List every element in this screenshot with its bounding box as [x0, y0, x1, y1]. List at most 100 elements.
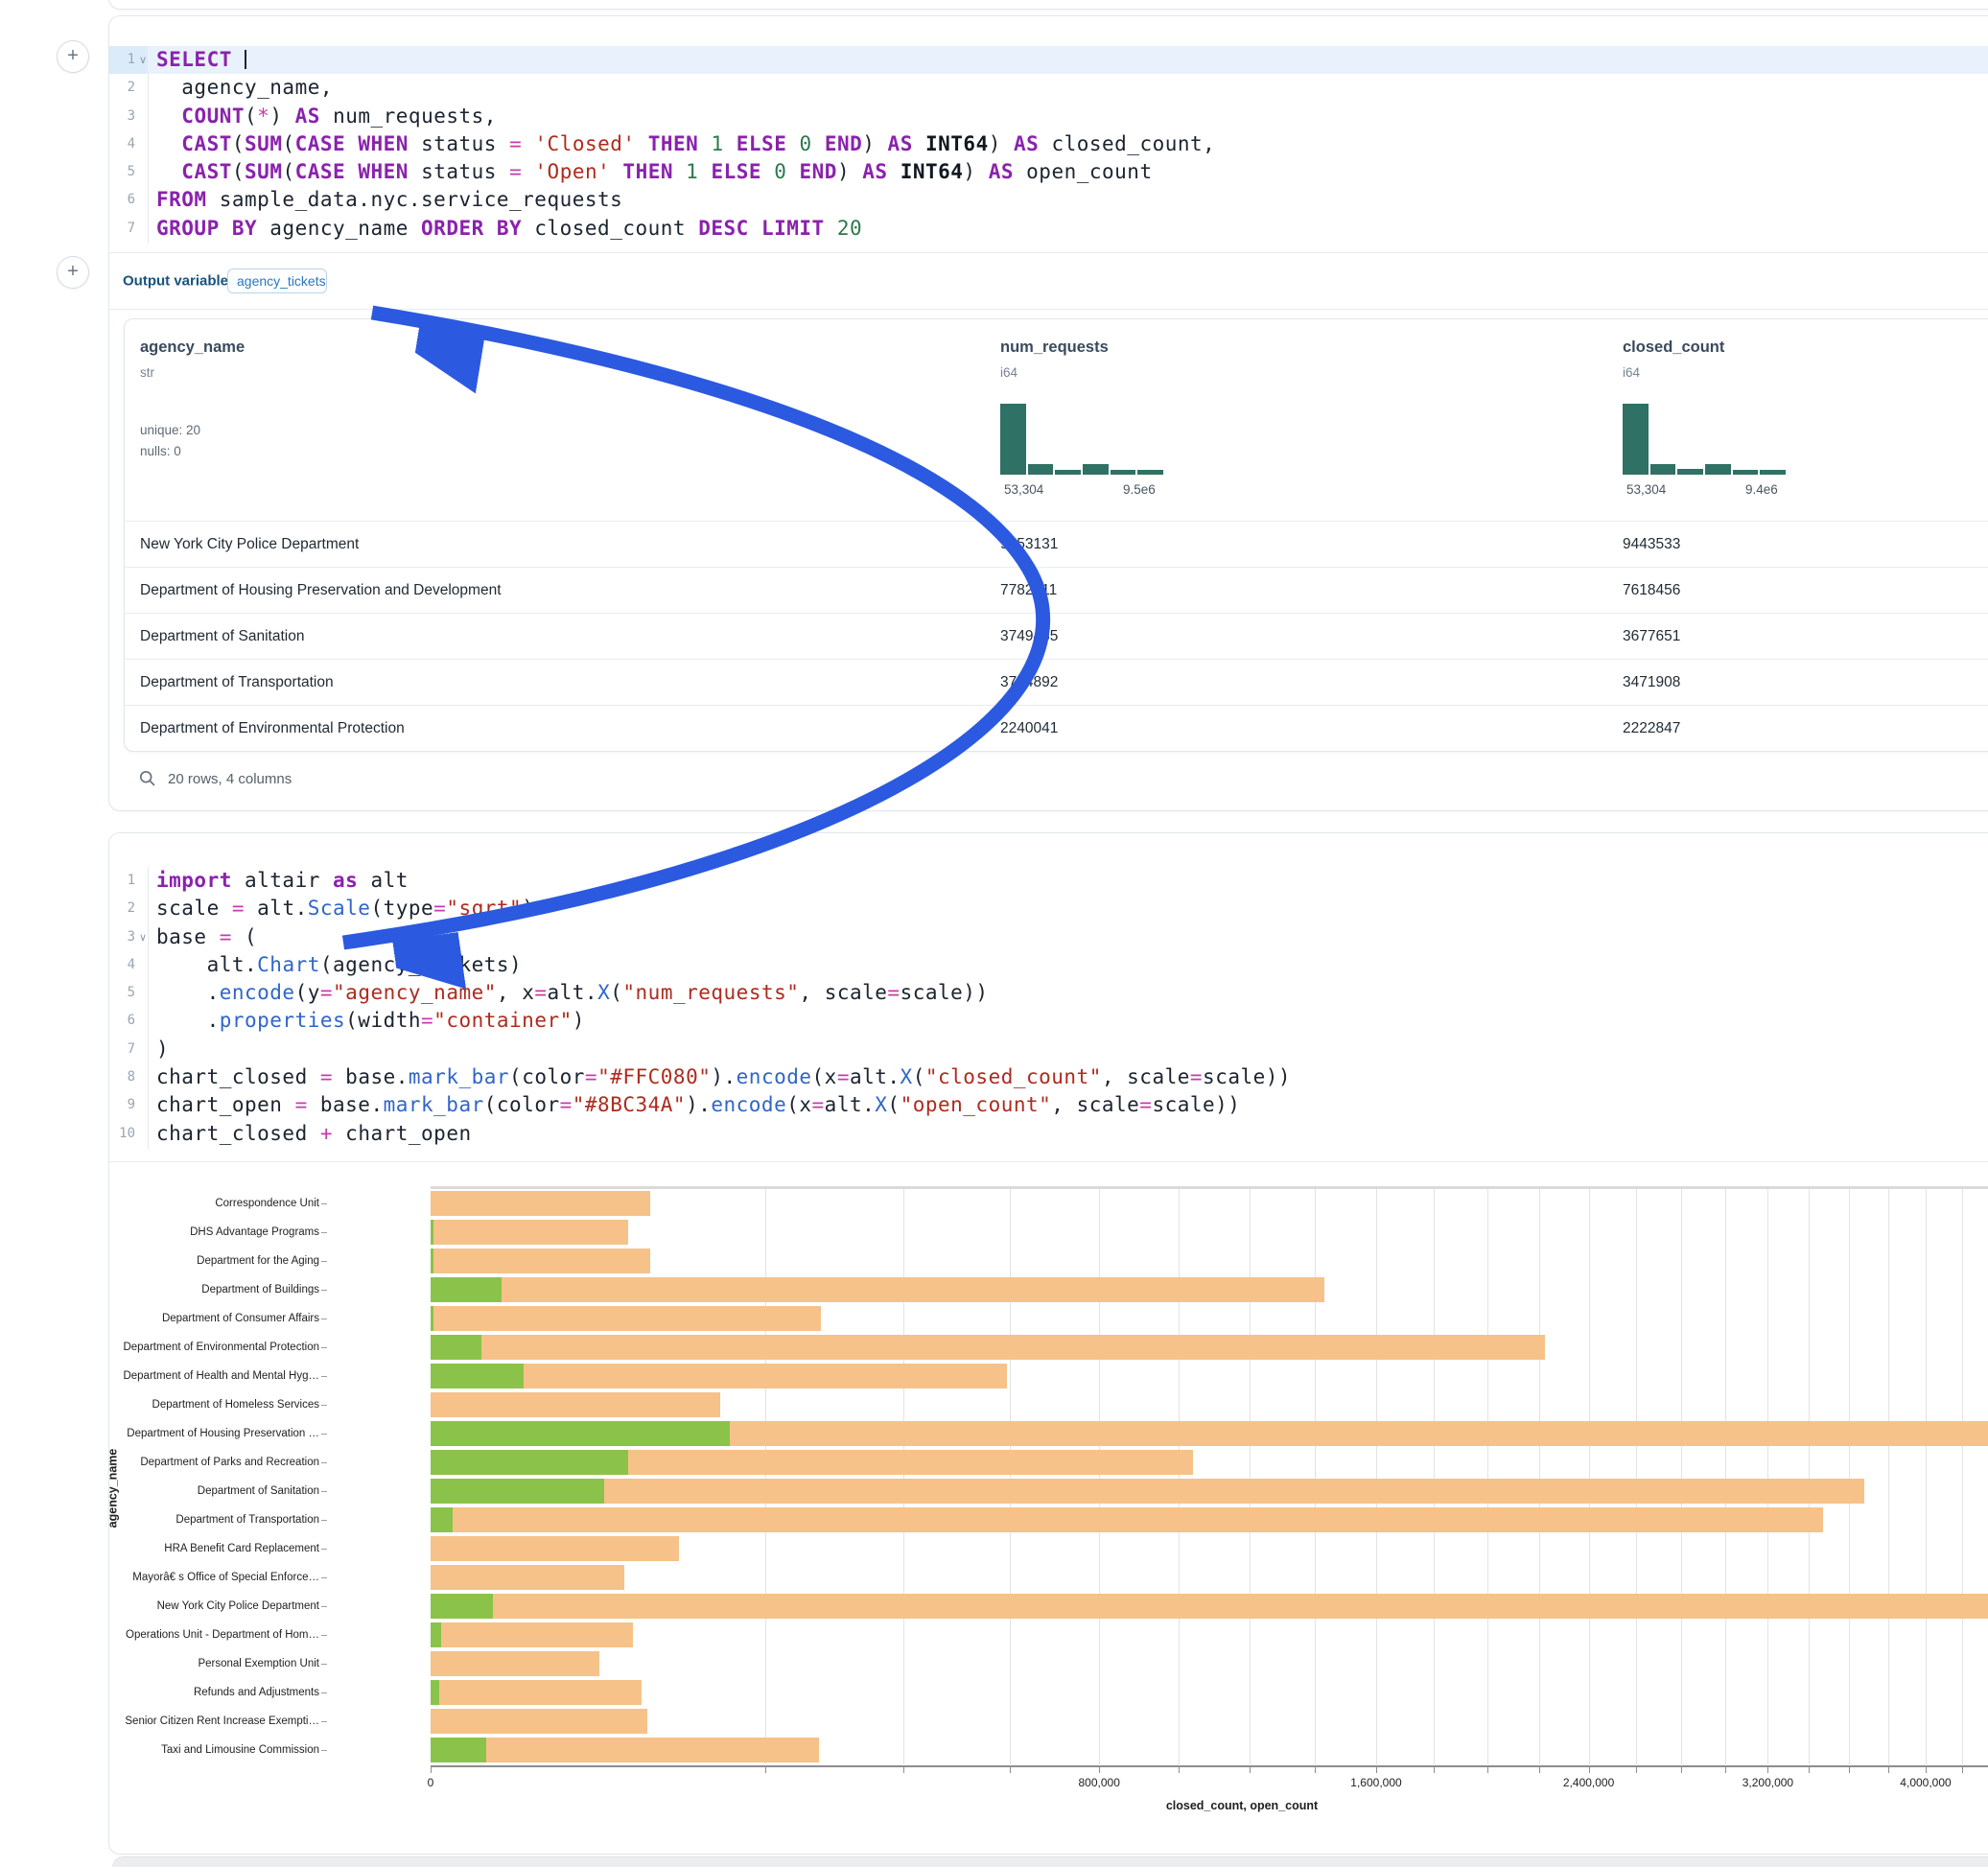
closed-count-bar[interactable] — [431, 1335, 1545, 1360]
python-editor[interactable]: 1 import altair as alt2scale = alt.Scale(… — [109, 867, 1988, 1149]
line-number: 7 — [109, 215, 135, 243]
column-header-closed_count[interactable]: closed_count — [1623, 338, 1724, 357]
closed-count-bar[interactable] — [431, 1191, 650, 1216]
open-count-bar[interactable] — [431, 1594, 493, 1619]
closed-count-bar[interactable] — [431, 1479, 1864, 1504]
output-variable-chip[interactable]: agency_tickets — [227, 268, 327, 293]
x-axis-tick — [1767, 1767, 1768, 1773]
table-cell: 3774892 — [1000, 674, 1058, 691]
table-cell: 7618456 — [1623, 582, 1680, 599]
line-number: 9 — [109, 1091, 135, 1119]
closed-count-bar[interactable] — [431, 1680, 642, 1705]
line-number: 1 — [109, 867, 135, 895]
mini-histogram-closed_count[interactable] — [1623, 402, 1786, 475]
closed-count-bar[interactable] — [431, 1594, 1988, 1619]
code-text: import altair as alt — [156, 867, 409, 895]
closed-count-bar[interactable] — [431, 1738, 819, 1762]
open-count-bar[interactable] — [431, 1507, 453, 1532]
open-count-bar[interactable] — [431, 1249, 433, 1273]
y-axis-label: Personal Exemption Unit — [0, 1649, 319, 1678]
closed-count-bar[interactable] — [431, 1392, 720, 1417]
code-text: chart_open = base.mark_bar(color="#8BC34… — [156, 1091, 1240, 1119]
x-axis-line — [431, 1765, 1988, 1767]
closed-count-bar[interactable] — [431, 1220, 628, 1245]
mini-histogram-num_requests[interactable] — [1000, 402, 1163, 475]
code-line-4[interactable]: 4 CAST(SUM(CASE WHEN status = 'Closed' T… — [109, 130, 1988, 158]
table-cell: 7782211 — [1000, 582, 1057, 599]
code-line-6[interactable]: 6FROM sample_data.nyc.service_requests — [109, 186, 1988, 214]
closed-count-bar[interactable] — [431, 1306, 821, 1331]
closed-count-bar[interactable] — [431, 1565, 624, 1590]
chart-row — [431, 1448, 1988, 1477]
y-axis-label: Operations Unit - Department of Hom… — [0, 1621, 319, 1649]
column-header-num_requests[interactable]: num_requests — [1000, 338, 1109, 357]
open-count-bar[interactable] — [431, 1479, 604, 1504]
fold-chevron-icon[interactable]: ∨ — [139, 47, 152, 75]
x-axis-tick — [1926, 1767, 1927, 1773]
code-line-3[interactable]: 3 COUNT(*) AS num_requests, — [109, 103, 1988, 130]
closed-count-bar[interactable] — [431, 1622, 633, 1647]
code-line-3[interactable]: 3∨base = ( — [109, 923, 1988, 951]
fold-chevron-icon[interactable]: ∨ — [139, 924, 152, 952]
closed-count-bar[interactable] — [431, 1277, 1324, 1302]
code-line-2[interactable]: 2scale = alt.Scale(type="sqrt") — [109, 895, 1988, 922]
line-number: 5 — [109, 979, 135, 1007]
code-line-6[interactable]: 6 .properties(width="container") — [109, 1007, 1988, 1035]
x-axis-tick-label: 3,200,000 — [1742, 1776, 1793, 1789]
x-axis-tick-label: 800,000 — [1079, 1776, 1120, 1789]
histogram-bar — [1623, 404, 1649, 475]
open-count-bar[interactable] — [431, 1421, 730, 1446]
open-count-bar[interactable] — [431, 1335, 481, 1360]
table-row[interactable]: Department of Sanitation37494853677651 — [125, 613, 1988, 660]
x-axis-tick — [1888, 1767, 1889, 1773]
add-cell-button-output[interactable]: + — [57, 256, 89, 289]
code-line-1[interactable]: 1 import altair as alt — [109, 867, 1988, 895]
add-cell-button-top[interactable]: + — [57, 40, 89, 73]
open-count-bar[interactable] — [431, 1622, 441, 1647]
y-axis-tick — [321, 1549, 327, 1550]
code-line-7[interactable]: 7) — [109, 1036, 1988, 1063]
open-count-bar[interactable] — [431, 1220, 433, 1245]
column-header-agency_name[interactable]: agency_name — [140, 338, 245, 357]
code-line-1[interactable]: 1∨SELECT — [109, 46, 1988, 74]
code-line-4[interactable]: 4 alt.Chart(agency_tickets) — [109, 951, 1988, 979]
open-count-bar[interactable] — [431, 1277, 502, 1302]
code-line-10[interactable]: 10chart_closed + chart_open — [109, 1120, 1988, 1148]
y-axis-label: Department of Housing Preservation … — [0, 1419, 319, 1448]
table-row[interactable]: New York City Police Department945313194… — [125, 521, 1988, 568]
closed-count-bar[interactable] — [431, 1709, 647, 1734]
code-text: alt.Chart(agency_tickets) — [156, 951, 522, 979]
closed-count-bar[interactable] — [431, 1651, 599, 1676]
code-line-2[interactable]: 2 agency_name, — [109, 74, 1988, 102]
open-count-bar[interactable] — [431, 1364, 524, 1389]
table-row[interactable]: Department of Housing Preservation and D… — [125, 567, 1988, 614]
closed-count-bar[interactable] — [431, 1507, 1823, 1532]
chart-row — [431, 1304, 1988, 1333]
closed-count-bar[interactable] — [431, 1536, 679, 1561]
sql-editor[interactable]: 1∨SELECT 2 agency_name,3 COUNT(*) AS num… — [109, 46, 1988, 244]
table-row[interactable]: Department of Transportation377489234719… — [125, 659, 1988, 706]
open-count-bar[interactable] — [431, 1450, 628, 1475]
search-icon[interactable] — [139, 770, 156, 787]
y-axis-label: New York City Police Department — [0, 1592, 319, 1621]
open-count-bar[interactable] — [431, 1306, 433, 1331]
code-line-5[interactable]: 5 CAST(SUM(CASE WHEN status = 'Open' THE… — [109, 158, 1988, 186]
table-row[interactable]: Department of Environmental Protection22… — [125, 705, 1988, 752]
x-axis-tick — [1809, 1767, 1810, 1773]
closed-count-bar[interactable] — [431, 1249, 650, 1273]
code-line-8[interactable]: 8chart_closed = base.mark_bar(color="#FF… — [109, 1063, 1988, 1091]
table-cell: 9453131 — [1000, 536, 1058, 553]
table-cell: 3677651 — [1623, 628, 1680, 645]
code-output-divider — [109, 1161, 1988, 1162]
histogram-bar — [1733, 470, 1759, 475]
code-line-7[interactable]: 7GROUP BY agency_name ORDER BY closed_co… — [109, 215, 1988, 243]
open-count-bar[interactable] — [431, 1680, 439, 1705]
plot-region[interactable] — [431, 1189, 1988, 1764]
line-number: 3 — [109, 923, 135, 951]
code-text: SELECT — [156, 46, 246, 74]
x-axis-tick-label: 4,000,000 — [1900, 1776, 1951, 1789]
code-line-5[interactable]: 5 .encode(y="agency_name", x=alt.X("num_… — [109, 979, 1988, 1007]
y-axis-label: Senior Citizen Rent Increase Exempti… — [0, 1707, 319, 1736]
open-count-bar[interactable] — [431, 1738, 486, 1762]
code-line-9[interactable]: 9 chart_open = base.mark_bar(color="#8BC3… — [109, 1091, 1988, 1119]
